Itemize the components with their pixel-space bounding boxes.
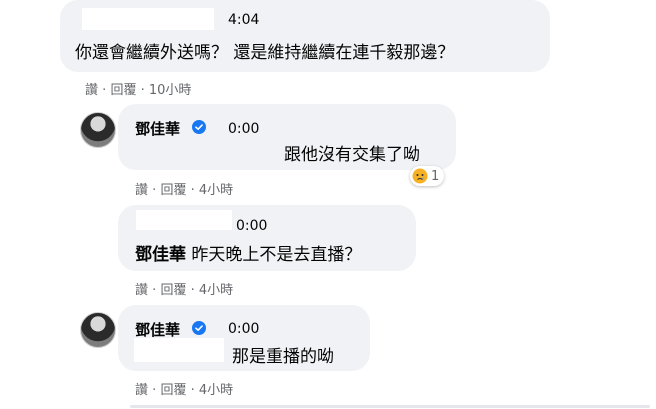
avatar[interactable] xyxy=(80,312,116,348)
separator: · xyxy=(152,283,157,298)
author-name-4[interactable]: 鄧佳華 xyxy=(135,319,180,340)
sad-reaction-icon xyxy=(412,168,428,184)
comment-actions-3: 讚 · 回覆 · 4小時 xyxy=(135,279,233,298)
comment-time-1: 4:04 xyxy=(228,12,260,28)
comment-text-2: 跟他沒有交集了呦 xyxy=(284,145,420,165)
redacted-name-3 xyxy=(136,210,232,230)
verified-badge-icon xyxy=(192,120,206,134)
comment-time-3: 0:00 xyxy=(236,218,268,234)
comment-actions-1: 讚 · 回覆 · 10小時 xyxy=(85,79,191,98)
comment-text-1: 你還會繼續外送嗎？ 還是維持繼續在連千毅那邊？ xyxy=(75,43,455,63)
avatar[interactable] xyxy=(80,112,116,148)
timestamp-link[interactable]: 10小時 xyxy=(149,83,192,98)
reaction-count-label: 1 xyxy=(431,168,440,184)
timestamp-link[interactable]: 4小時 xyxy=(199,183,233,198)
comment-time-4: 0:00 xyxy=(228,321,260,337)
reply-link[interactable]: 回覆 xyxy=(110,83,136,98)
timestamp-link[interactable]: 4小時 xyxy=(199,383,233,398)
reaction-count[interactable]: 1 xyxy=(410,166,445,186)
separator: · xyxy=(102,83,107,98)
timestamp-link[interactable]: 4小時 xyxy=(199,283,233,298)
separator: · xyxy=(152,383,157,398)
reply-link[interactable]: 回覆 xyxy=(160,183,186,198)
comment-text-3: 鄧佳華 昨天晚上不是去直播？ xyxy=(135,240,361,265)
verified-badge-icon xyxy=(192,321,206,335)
like-link[interactable]: 讚 xyxy=(135,183,148,198)
reply-input-edge xyxy=(130,405,650,408)
separator: · xyxy=(190,183,195,198)
redacted-name-1 xyxy=(82,8,214,30)
separator: · xyxy=(140,83,145,98)
author-name-2[interactable]: 鄧佳華 xyxy=(135,118,180,139)
comment-text-4: 那是重播的呦 xyxy=(232,347,334,367)
mention-link[interactable]: 鄧佳華 xyxy=(135,245,186,265)
like-link[interactable]: 讚 xyxy=(135,383,148,398)
like-link[interactable]: 讚 xyxy=(135,283,148,298)
separator: · xyxy=(152,183,157,198)
like-link[interactable]: 讚 xyxy=(85,83,98,98)
reply-link[interactable]: 回覆 xyxy=(160,283,186,298)
comment-actions-4: 讚 · 回覆 · 4小時 xyxy=(135,379,233,398)
comment-time-2: 0:00 xyxy=(228,121,260,137)
separator: · xyxy=(190,383,195,398)
comment-text-body: 昨天晚上不是去直播？ xyxy=(186,245,362,265)
reply-link[interactable]: 回覆 xyxy=(160,383,186,398)
redacted-text-4 xyxy=(134,338,224,362)
comment-actions-2: 讚 · 回覆 · 4小時 xyxy=(135,179,233,198)
separator: · xyxy=(190,283,195,298)
